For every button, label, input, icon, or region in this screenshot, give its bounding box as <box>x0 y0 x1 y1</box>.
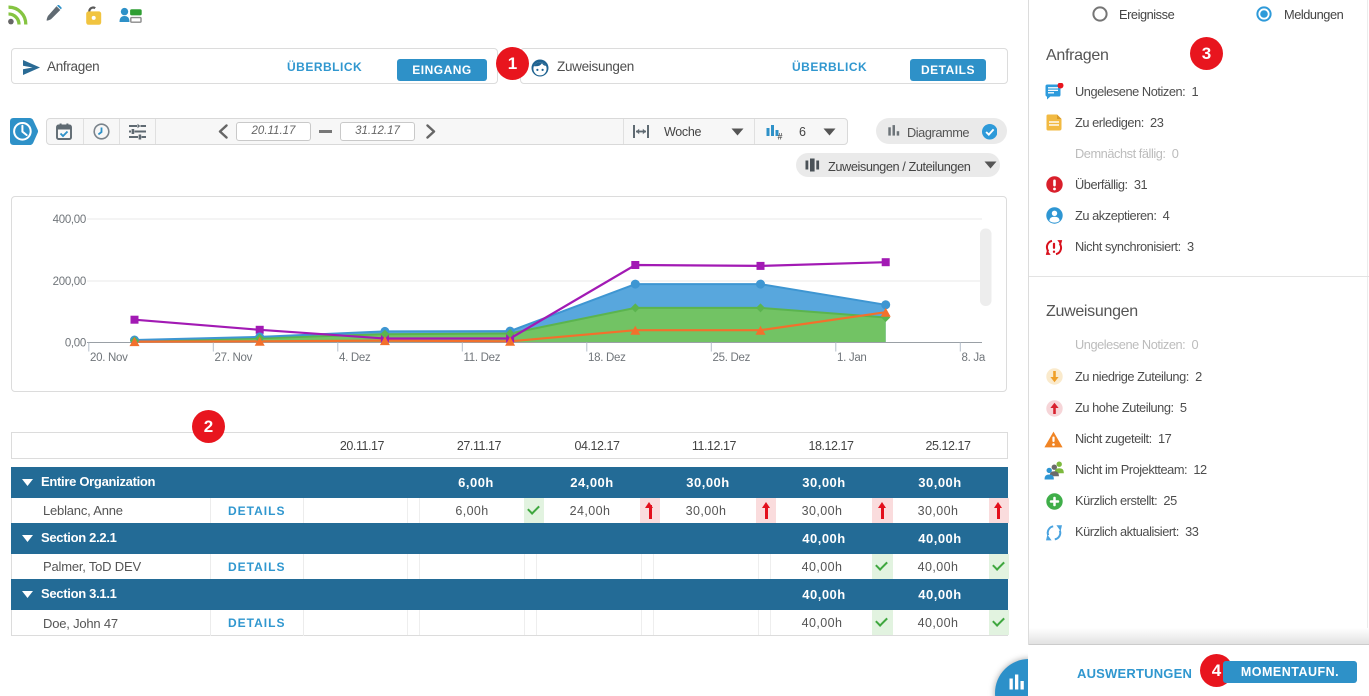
svg-text:25. Dez: 25. Dez <box>713 352 751 364</box>
svg-text:20. Nov: 20. Nov <box>90 352 128 364</box>
svg-text:4. Dez: 4. Dez <box>339 352 371 364</box>
svg-text:400,00: 400,00 <box>53 214 86 226</box>
svg-text:#: # <box>778 132 783 141</box>
svg-text:8. Ja: 8. Ja <box>962 352 986 364</box>
svg-text:27. Nov: 27. Nov <box>215 352 253 364</box>
svg-text:200,00: 200,00 <box>53 276 86 288</box>
svg-text:18. Dez: 18. Dez <box>588 352 626 364</box>
svg-text:11. Dez: 11. Dez <box>464 352 501 364</box>
svg-text:0,00: 0,00 <box>65 338 86 350</box>
svg-text:1. Jan: 1. Jan <box>837 352 867 364</box>
